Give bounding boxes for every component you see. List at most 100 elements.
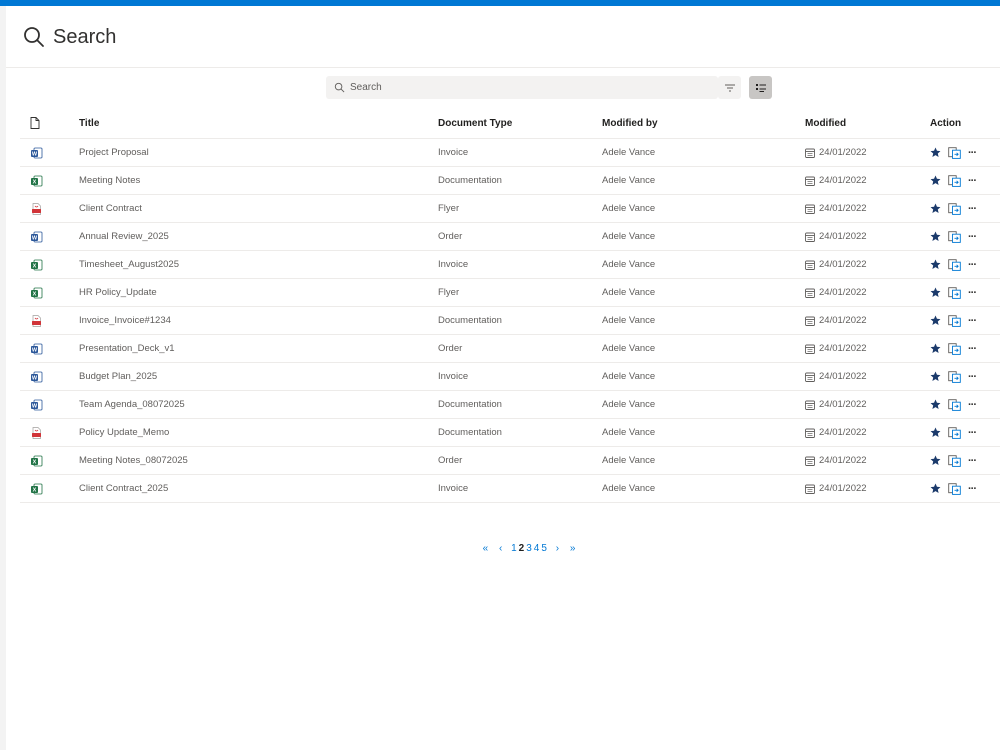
document-title[interactable]: Annual Review_2025	[79, 223, 169, 250]
modified-by: Adele Vance	[602, 175, 656, 186]
more-options-icon[interactable]: ···	[968, 287, 977, 299]
copy-link-icon[interactable]	[948, 230, 961, 243]
modified-column-header[interactable]: Modified	[805, 108, 846, 138]
next-page-button[interactable]: ›	[556, 543, 559, 554]
table-row[interactable]: X Meeting Notes_08072025 Order Adele Vance 2…	[20, 447, 1000, 475]
more-options-icon[interactable]: ···	[968, 343, 977, 355]
favorite-star-icon[interactable]	[930, 343, 941, 354]
modified-by: Adele Vance	[602, 287, 656, 298]
table-row[interactable]: Policy Update_Memo Documentation Adele Van…	[20, 419, 1000, 447]
favorite-star-icon[interactable]	[930, 203, 941, 214]
document-title[interactable]: Presentation_Deck_v1	[79, 335, 175, 362]
favorite-star-icon[interactable]	[930, 147, 941, 158]
search-input[interactable]	[350, 76, 710, 99]
more-options-icon[interactable]: ···	[968, 483, 977, 495]
copy-link-icon[interactable]	[948, 342, 961, 355]
search-box[interactable]	[326, 76, 718, 99]
svg-text:X: X	[33, 179, 37, 185]
page-number[interactable]: 3	[526, 543, 532, 554]
copy-link-icon[interactable]	[948, 482, 961, 495]
copy-link-icon[interactable]	[948, 370, 961, 383]
previous-page-button[interactable]: ‹	[499, 543, 502, 554]
document-title[interactable]: HR Policy_Update	[79, 279, 157, 306]
title-column-header[interactable]: Title	[79, 108, 99, 138]
copy-link-icon[interactable]	[948, 398, 961, 411]
favorite-star-icon[interactable]	[930, 483, 941, 494]
document-title[interactable]: Meeting Notes_08072025	[79, 447, 188, 474]
row-actions: ···	[930, 391, 977, 418]
favorite-star-icon[interactable]	[930, 287, 941, 298]
copy-link-icon[interactable]	[948, 314, 961, 327]
modified-date: 24/01/2022	[805, 335, 867, 362]
more-options-icon[interactable]: ···	[968, 427, 977, 439]
pagination: « ‹ 12345 › »	[6, 543, 1000, 554]
copy-link-icon[interactable]	[948, 146, 961, 159]
favorite-star-icon[interactable]	[930, 259, 941, 270]
more-options-icon[interactable]: ···	[968, 203, 977, 215]
document-title[interactable]: Client Contract	[79, 195, 142, 222]
copy-link-icon[interactable]	[948, 202, 961, 215]
more-options-icon[interactable]: ···	[968, 455, 977, 467]
first-page-button[interactable]: «	[483, 543, 489, 554]
table-row[interactable]: W Team Agenda_08072025 Documentation Adele …	[20, 391, 1000, 419]
svg-text:X: X	[33, 263, 37, 269]
table-row[interactable]: Invoice_Invoice#1234 Documentation Adele V…	[20, 307, 1000, 335]
favorite-star-icon[interactable]	[930, 399, 941, 410]
copy-link-icon[interactable]	[948, 454, 961, 467]
favorite-star-icon[interactable]	[930, 455, 941, 466]
page-number[interactable]: 4	[534, 543, 540, 554]
favorite-star-icon[interactable]	[930, 315, 941, 326]
table-row[interactable]: Client Contract Flyer Adele Vance 24/01/202…	[20, 195, 1000, 223]
row-actions: ···	[930, 447, 977, 474]
table-row[interactable]: X Meeting Notes Documentation Adele Vance 24…	[20, 167, 1000, 195]
favorite-star-icon[interactable]	[930, 231, 941, 242]
copy-link-icon[interactable]	[948, 426, 961, 439]
favorite-star-icon[interactable]	[930, 175, 941, 186]
document-title[interactable]: Meeting Notes	[79, 167, 140, 194]
more-options-icon[interactable]: ···	[968, 175, 977, 187]
last-page-button[interactable]: »	[570, 543, 576, 554]
more-options-icon[interactable]: ···	[968, 399, 977, 411]
file-type-column-header[interactable]	[30, 108, 50, 138]
list-view-icon	[755, 83, 766, 92]
table-row[interactable]: X Timesheet_August2025 Invoice Adele Vance 2…	[20, 251, 1000, 279]
copy-link-icon[interactable]	[948, 258, 961, 271]
document-type-column-header[interactable]: Document Type	[438, 108, 512, 138]
more-options-icon[interactable]: ···	[968, 231, 977, 243]
document-title[interactable]: Policy Update_Memo	[79, 419, 169, 446]
document-title[interactable]: Project Proposal	[79, 139, 149, 166]
favorite-star-icon[interactable]	[930, 427, 941, 438]
table-row[interactable]: X HR Policy_Update Flyer Adele Vance 24/01/2…	[20, 279, 1000, 307]
page-number[interactable]: 5	[541, 543, 547, 554]
document-title[interactable]: Client Contract_2025	[79, 475, 168, 502]
more-options-icon[interactable]: ···	[968, 315, 977, 327]
word-file-icon: W	[30, 363, 50, 390]
document-title[interactable]: Invoice_Invoice#1234	[79, 307, 171, 334]
modified-by-column-header[interactable]: Modified by	[602, 108, 658, 138]
excel-file-icon: X	[30, 167, 50, 194]
page-number[interactable]: 1	[511, 543, 517, 554]
table-row[interactable]: X Client Contract_2025 Invoice Adele Vance 2…	[20, 475, 1000, 503]
document-title[interactable]: Timesheet_August2025	[79, 251, 179, 278]
favorite-star-icon[interactable]	[930, 371, 941, 382]
table-row[interactable]: W Presentation_Deck_v1 Order Adele Vance 24/…	[20, 335, 1000, 363]
more-options-icon[interactable]: ···	[968, 147, 977, 159]
list-view-button[interactable]	[749, 76, 772, 99]
more-options-icon[interactable]: ···	[968, 371, 977, 383]
table-row[interactable]: W Budget Plan_2025 Invoice Adele Vance 24/01…	[20, 363, 1000, 391]
table-body: W Project Proposal Invoice Adele Vance 24/01…	[20, 139, 1000, 503]
modified-date: 24/01/2022	[805, 195, 867, 222]
table-row[interactable]: W Annual Review_2025 Order Adele Vance 24/01…	[20, 223, 1000, 251]
document-title[interactable]: Team Agenda_08072025	[79, 391, 185, 418]
document-title[interactable]: Budget Plan_2025	[79, 363, 157, 390]
document-type: Invoice	[438, 259, 469, 270]
svg-text:X: X	[33, 291, 37, 297]
copy-link-icon[interactable]	[948, 286, 961, 299]
calendar-icon	[805, 148, 815, 158]
page-number[interactable]: 2	[519, 543, 525, 554]
filter-button[interactable]	[718, 76, 741, 99]
copy-link-icon[interactable]	[948, 174, 961, 187]
more-options-icon[interactable]: ···	[968, 259, 977, 271]
table-row[interactable]: W Project Proposal Invoice Adele Vance 24/01…	[20, 139, 1000, 167]
filter-icon	[724, 84, 735, 91]
